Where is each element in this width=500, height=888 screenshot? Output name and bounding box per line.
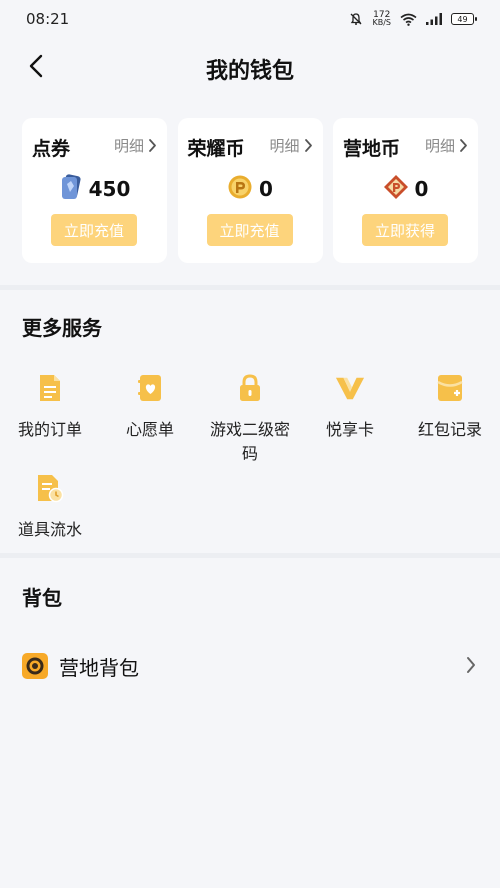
card-value-row: 450 (22, 174, 167, 204)
status-time: 08:21 (26, 10, 70, 28)
battery-icon: 49 (451, 13, 477, 25)
card-detail-link[interactable]: 明细 (425, 135, 468, 156)
section-divider (0, 553, 500, 558)
camp-coin-icon (383, 174, 409, 204)
status-bar: 08:21 172 KB/S 49 (0, 0, 500, 38)
service-label: 我的订单 (17, 420, 82, 439)
service-red-packet-record[interactable]: 红包记录 (400, 372, 500, 442)
service-label: 悦享卡 (325, 420, 374, 439)
net-speed-unit: KB/S (372, 18, 391, 27)
v-card-icon (335, 372, 365, 404)
service-my-orders[interactable]: 我的订单 (0, 372, 100, 442)
recharge-button[interactable]: 立即充值 (206, 214, 293, 246)
card-detail-label: 明细 (269, 137, 300, 155)
signal-icon (426, 13, 442, 25)
wishlist-heart-icon (135, 372, 165, 404)
card-value: 0 (414, 177, 429, 201)
net-speed: 172 KB/S (372, 11, 391, 27)
service-vip-card[interactable]: 悦享卡 (300, 372, 400, 442)
service-item-history[interactable]: 道具流水 (0, 472, 100, 542)
card-value-row: 0 (333, 174, 478, 204)
item-history-icon (35, 472, 65, 504)
camp-bag-label: 营地背包 (59, 656, 139, 680)
card-value: 0 (259, 177, 273, 201)
obtain-button[interactable]: 立即获得 (362, 214, 448, 246)
card-title: 营地币 (343, 138, 401, 160)
section-divider (0, 285, 500, 290)
recharge-button[interactable]: 立即充值 (51, 214, 137, 246)
card-title: 点券 (32, 138, 71, 160)
chevron-left-icon (29, 54, 43, 82)
services-title: 更多服务 (22, 316, 102, 340)
chevron-right-icon (466, 656, 476, 678)
back-button[interactable] (22, 54, 50, 82)
chevron-right-icon (460, 139, 467, 152)
card-value-row: 0 (178, 174, 323, 204)
lock-icon (235, 372, 265, 404)
card-detail-label: 明细 (424, 137, 455, 155)
voucher-card-icon (59, 174, 83, 204)
card-detail-link[interactable]: 明细 (269, 135, 312, 156)
card-detail-link[interactable]: 明细 (114, 135, 157, 156)
chevron-right-icon (304, 139, 312, 152)
wallet-cards: 点券 明细 450 立即充值 荣耀币 明细 0 立即充值 营地币 明细 0 立即… (22, 118, 478, 263)
card-detail-label: 明细 (113, 137, 144, 155)
card-value: 450 (88, 177, 131, 201)
camp-bag-icon (22, 653, 48, 679)
order-document-icon (35, 372, 65, 404)
bell-off-icon (349, 12, 363, 26)
page-title: 我的钱包 (205, 59, 294, 84)
status-icons: 172 KB/S 49 (349, 11, 477, 27)
red-packet-record-icon (435, 372, 465, 404)
wallet-card-honor-coin: 荣耀币 明细 0 立即充值 (177, 118, 323, 263)
service-label: 道具流水 (17, 520, 82, 539)
service-label: 红包记录 (417, 420, 482, 439)
service-label: 心愿单 (125, 420, 174, 439)
chevron-right-icon (149, 139, 156, 152)
service-label: 游戏二级密码 (209, 420, 290, 463)
service-wishlist[interactable]: 心愿单 (100, 372, 200, 442)
page-header: 我的钱包 (0, 40, 500, 98)
battery-level: 49 (457, 14, 468, 24)
service-game-password[interactable]: 游戏二级密码 (200, 372, 300, 466)
honor-coin-icon (227, 174, 253, 204)
wifi-icon (400, 13, 417, 26)
camp-bag-item[interactable]: 营地背包 (0, 640, 500, 692)
card-title: 荣耀币 (187, 138, 245, 160)
wallet-card-voucher: 点券 明细 450 立即充值 (22, 118, 167, 263)
wallet-card-camp-coin: 营地币 明细 0 立即获得 (333, 118, 478, 263)
bag-title: 背包 (22, 586, 62, 610)
